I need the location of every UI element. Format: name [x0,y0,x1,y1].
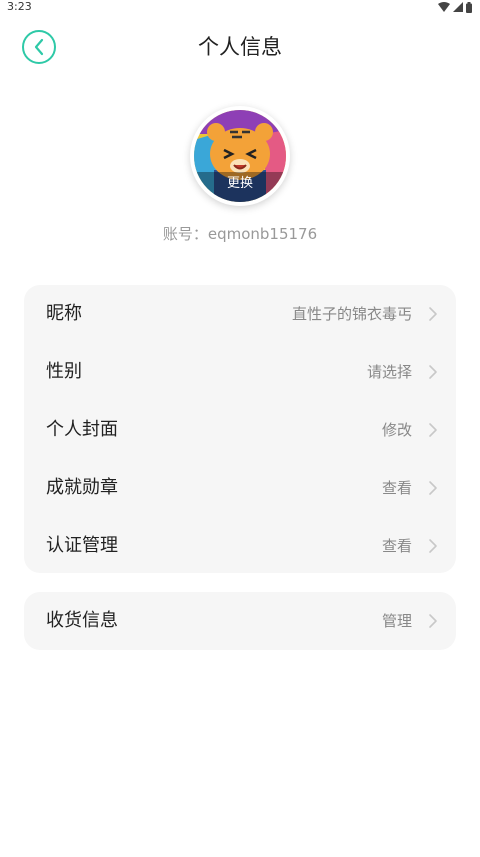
chevron-right-icon [429,365,437,379]
chevron-right-icon [429,423,437,437]
chevron-right-icon [429,614,437,628]
row-verification[interactable]: 认证管理 查看 [24,517,456,575]
row-nickname[interactable]: 昵称 直性子的锦衣毒丐 [24,285,456,343]
row-shipping-info[interactable]: 收货信息 管理 [24,592,456,650]
row-value: 管理 [381,612,412,630]
chevron-right-icon [429,307,437,321]
status-time: 3:23 [7,0,32,13]
row-label: 成就勋章 [46,477,118,498]
row-value: 查看 [381,479,412,497]
chevron-right-icon [429,481,437,495]
row-gender[interactable]: 性别 请选择 [24,343,456,401]
avatar[interactable]: 更换 [190,106,290,206]
avatar-change-label[interactable]: 更换 [194,172,286,202]
row-label: 认证管理 [46,535,118,556]
shipping-card: 收货信息 管理 [24,592,456,650]
status-icons [438,1,472,13]
back-button[interactable] [22,30,56,64]
row-cover[interactable]: 个人封面 修改 [24,401,456,459]
row-label: 性别 [46,361,82,382]
wifi-icon [438,2,450,12]
chevron-left-icon [34,38,44,56]
battery-icon [466,1,472,13]
header: 个人信息 [0,22,480,72]
signal-icon [453,2,463,12]
row-label: 收货信息 [46,610,118,631]
status-bar: 3:23 [0,0,480,14]
row-value: 请选择 [366,363,412,381]
row-value: 查看 [381,537,412,555]
avatar-image: 更换 [194,110,286,202]
page-title: 个人信息 [198,35,282,59]
row-value: 修改 [381,421,412,439]
row-label: 个人封面 [46,419,118,440]
chevron-right-icon [429,539,437,553]
row-value: 直性子的锦衣毒丐 [291,305,412,323]
account-id: 账号：eqmonb15176 [162,225,318,243]
profile-settings-card: 昵称 直性子的锦衣毒丐 性别 请选择 个人封面 修改 成就勋章 查看 认证管理 … [24,285,456,573]
row-badges[interactable]: 成就勋章 查看 [24,459,456,517]
row-label: 昵称 [46,303,82,324]
